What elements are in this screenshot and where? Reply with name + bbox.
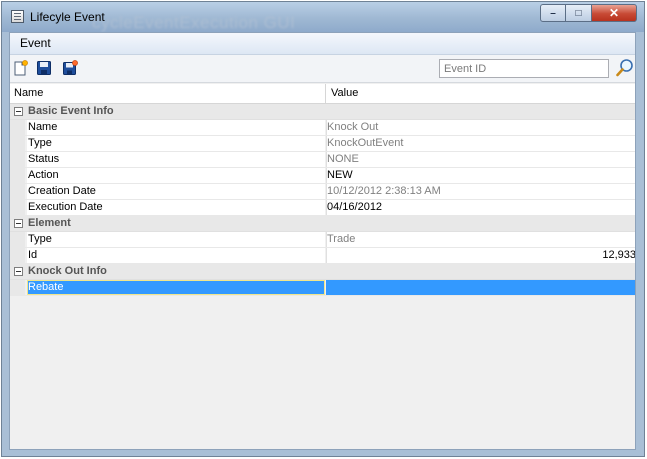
property-row-action[interactable]: Action NEW — [10, 168, 635, 184]
row-indent — [10, 152, 25, 168]
property-value-cell[interactable]: Knock Out — [326, 120, 635, 135]
magnifier-icon[interactable] — [615, 58, 635, 78]
grid-header: Name Value — [10, 84, 635, 104]
property-row-status[interactable]: Status NONE — [10, 152, 635, 168]
grid-right-edge — [635, 84, 636, 450]
property-name-cell: Id — [27, 248, 339, 263]
property-name-cell: Status — [27, 152, 325, 167]
save-as-disk-icon[interactable] — [62, 60, 78, 76]
client-area: Event Event ID Name Value Basic Event In… — [9, 32, 636, 450]
property-name: Execution Date — [28, 201, 103, 213]
property-value: 04/16/2012 — [327, 201, 383, 213]
property-value-cell[interactable]: 10/12/2012 2:38:13 AM — [326, 184, 635, 199]
row-indent — [10, 200, 25, 216]
title-bar[interactable]: cycleEventExecution GUI Lifecyle Event –… — [2, 2, 644, 32]
property-value: KnockOutEvent — [327, 137, 404, 149]
menu-event[interactable]: Event — [14, 35, 57, 51]
minimize-icon: – — [550, 7, 556, 19]
property-row-id[interactable]: Id 12,933 — [10, 248, 636, 264]
menu-bar: Event — [10, 33, 635, 55]
collapse-icon[interactable] — [14, 267, 23, 276]
collapse-icon[interactable] — [14, 219, 23, 228]
property-value-cell[interactable]: NONE — [326, 152, 635, 167]
property-value-cell[interactable] — [326, 280, 635, 295]
property-name-cell: Name — [27, 120, 325, 135]
column-header-name[interactable]: Name — [14, 87, 43, 99]
toolbar — [10, 55, 635, 83]
category-label: Element — [28, 217, 71, 229]
property-row-type[interactable]: Type KnockOutEvent — [10, 136, 635, 152]
property-name: Type — [28, 137, 52, 149]
property-name: Action — [28, 169, 59, 181]
property-value: Trade — [327, 233, 356, 245]
property-row-name[interactable]: Name Knock Out — [10, 120, 635, 136]
property-name: Status — [28, 153, 60, 165]
save-disk-icon[interactable] — [36, 60, 52, 76]
property-value-cell[interactable]: KnockOutEvent — [326, 136, 635, 151]
category-basic-event-info[interactable]: Basic Event Info — [10, 104, 635, 120]
property-name: Rebate — [28, 281, 64, 293]
maximize-button[interactable]: □ — [566, 4, 592, 22]
category-label: Basic Event Info — [28, 105, 114, 117]
new-document-icon[interactable] — [13, 60, 29, 76]
close-icon: ✕ — [608, 6, 620, 20]
property-value: Knock Out — [327, 121, 379, 133]
property-value-cell[interactable]: 12,933 — [326, 248, 636, 263]
property-value: 12,933 — [602, 249, 636, 261]
row-indent — [10, 136, 25, 152]
application-icon — [11, 10, 24, 23]
property-name-cell: Type — [27, 232, 325, 247]
property-row-element-type[interactable]: Type Trade — [10, 232, 635, 248]
property-name-cell: Execution Date — [27, 200, 339, 215]
row-indent — [10, 280, 25, 296]
property-value-cell[interactable]: Trade — [326, 232, 635, 247]
row-indent — [10, 120, 25, 136]
column-splitter[interactable] — [325, 84, 326, 103]
property-name-cell: Type — [27, 136, 325, 151]
grid-rows: Basic Event Info Name Knock Out Type Kno… — [10, 104, 636, 296]
property-value: NONE — [327, 153, 359, 165]
maximize-icon: □ — [575, 7, 582, 19]
property-value-cell[interactable]: 04/16/2012 — [326, 200, 635, 215]
collapse-icon[interactable] — [14, 107, 23, 116]
category-element[interactable]: Element — [10, 216, 635, 232]
row-indent — [10, 248, 25, 264]
property-name: Type — [28, 233, 52, 245]
property-value: NEW — [327, 169, 353, 181]
property-row-creation-date[interactable]: Creation Date 10/12/2012 2:38:13 AM — [10, 184, 635, 200]
property-value: 10/12/2012 2:38:13 AM — [327, 185, 441, 197]
lifecycle-event-window: cycleEventExecution GUI Lifecyle Event –… — [1, 1, 645, 457]
row-indent — [10, 232, 25, 248]
background-window-title: cycleEventExecution GUI — [92, 13, 296, 32]
event-id-input[interactable] — [444, 61, 604, 77]
property-value-cell[interactable]: NEW — [326, 168, 635, 183]
event-id-search-field[interactable] — [439, 59, 609, 78]
column-header-value[interactable]: Value — [331, 87, 358, 99]
category-label: Knock Out Info — [28, 265, 107, 277]
property-name: Name — [28, 121, 58, 133]
row-indent — [10, 184, 25, 200]
property-name: Id — [28, 249, 38, 261]
property-name: Creation Date — [28, 185, 96, 197]
property-row-execution-date[interactable]: Execution Date 04/16/2012 — [10, 200, 635, 216]
row-indent — [10, 168, 25, 184]
property-name-cell: Action — [27, 168, 325, 183]
property-name-cell: Rebate — [27, 280, 325, 295]
close-button[interactable]: ✕ — [592, 4, 637, 22]
property-row-rebate[interactable]: Rebate — [10, 280, 635, 296]
property-name-cell: Creation Date — [27, 184, 325, 199]
window-title: Lifecyle Event — [30, 10, 105, 24]
property-grid: Name Value Basic Event Info Name Knock O… — [10, 84, 636, 450]
minimize-button[interactable]: – — [540, 4, 566, 22]
category-knock-out-info[interactable]: Knock Out Info — [10, 264, 635, 280]
